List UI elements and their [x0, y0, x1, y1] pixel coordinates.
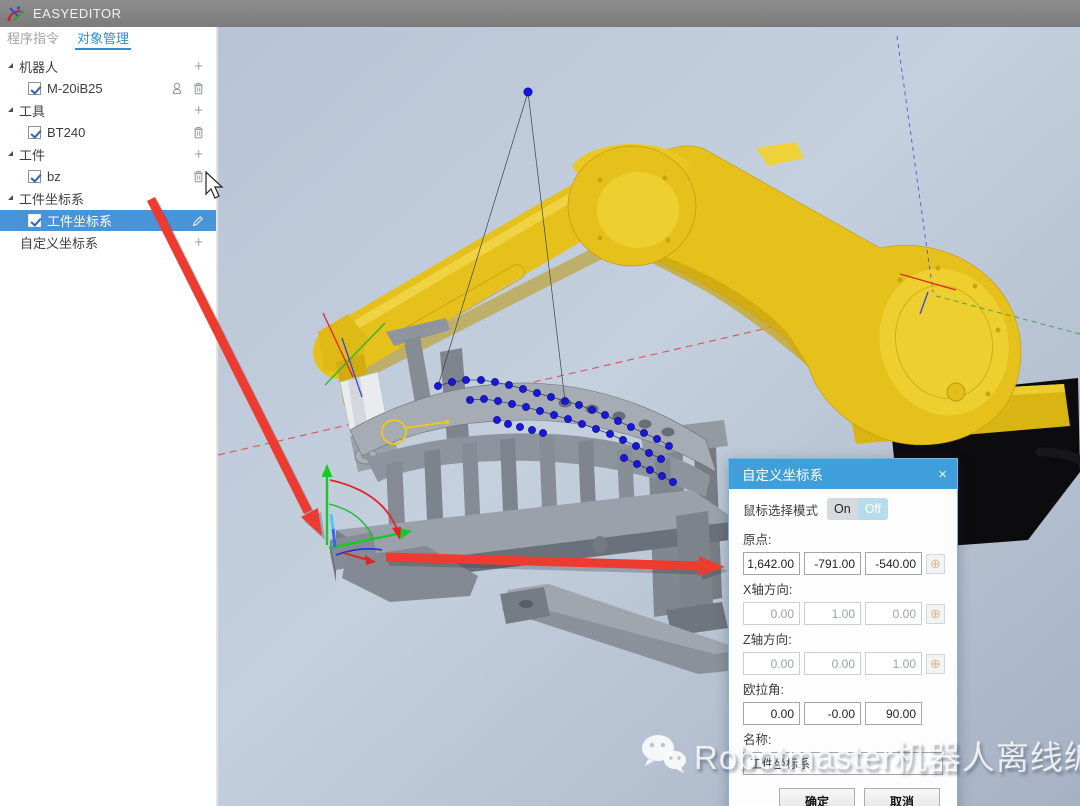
robot-item-label: M-20iB25 [47, 81, 103, 96]
origin-x-input[interactable] [743, 552, 800, 575]
expander-icon[interactable] [8, 195, 13, 200]
group-label: 机器人 [19, 57, 58, 76]
toggle-on[interactable]: On [827, 498, 858, 520]
tree-item-tool[interactable]: BT240 [0, 122, 216, 143]
z-axis-pick-button[interactable]: ⊕ [926, 654, 945, 674]
expander-icon[interactable] [8, 63, 13, 68]
group-label: 工件坐标系 [19, 189, 84, 208]
tree-item-robot[interactable]: M-20iB25 [0, 78, 216, 99]
crosshair-icon: ⊕ [930, 556, 941, 571]
delete-tool-icon[interactable] [193, 126, 204, 139]
workpiece-visibility-checkbox[interactable] [28, 170, 41, 183]
add-custom-cs-button[interactable]: + [194, 235, 203, 250]
tab-object-management[interactable]: 对象管理 [75, 26, 131, 50]
cancel-button[interactable]: 取消 [864, 788, 940, 806]
tree-group-tool[interactable]: 工具 + [0, 100, 216, 121]
dialog-body: 鼠标选择模式 On Off 原点: ⊕ X轴方向: ⊕ Z轴方向: [729, 489, 957, 806]
x-axis-j-input[interactable] [804, 602, 861, 625]
sidebar-tab-bar: 程序指令 对象管理 [0, 27, 216, 50]
origin-pick-button[interactable]: ⊕ [926, 554, 945, 574]
ok-button[interactable]: 确定 [779, 788, 855, 806]
viewport-3d[interactable]: 自定义坐标系 × 鼠标选择模式 On Off 原点: ⊕ X轴方向: [218, 27, 1080, 806]
x-axis-k-input[interactable] [865, 602, 922, 625]
workpiece-item-label: bz [47, 169, 61, 184]
robot-visibility-checkbox[interactable] [28, 82, 41, 95]
euler-rx-input[interactable] [743, 702, 800, 725]
wcs-visibility-checkbox[interactable] [28, 214, 41, 227]
x-axis-pick-button[interactable]: ⊕ [926, 604, 945, 624]
object-tree: 机器人 + M-20iB25 工具 + BT240 [0, 56, 216, 253]
tree-group-custom-cs[interactable]: 自定义坐标系 + [0, 232, 216, 253]
z-axis-label: Z轴方向: [743, 629, 945, 648]
euler-rz-input[interactable] [865, 702, 922, 725]
expander-icon[interactable] [8, 107, 13, 112]
toggle-off[interactable]: Off [858, 498, 888, 520]
custom-coordinate-dialog: 自定义坐标系 × 鼠标选择模式 On Off 原点: ⊕ X轴方向: [728, 458, 958, 806]
name-input[interactable] [743, 752, 943, 775]
object-sidebar: 程序指令 对象管理 机器人 + M-20iB25 工具 + [0, 27, 218, 806]
z-axis-i-input[interactable] [743, 652, 800, 675]
group-label: 工具 [19, 101, 45, 120]
app-logo-icon [6, 4, 25, 23]
tree-item-wcs-selected[interactable]: 工件坐标系 [0, 210, 216, 231]
z-axis-k-input[interactable] [865, 652, 922, 675]
tool-visibility-checkbox[interactable] [28, 126, 41, 139]
origin-y-input[interactable] [804, 552, 861, 575]
tab-program-commands[interactable]: 程序指令 [5, 26, 61, 50]
origin-label: 原点: [743, 529, 945, 548]
origin-z-input[interactable] [865, 552, 922, 575]
x-axis-label: X轴方向: [743, 579, 945, 598]
title-bar: EASYEDITOR [0, 0, 1080, 27]
z-axis-j-input[interactable] [804, 652, 861, 675]
delete-workpiece-icon[interactable] [193, 170, 204, 183]
close-icon[interactable]: × [938, 466, 947, 483]
dialog-title: 自定义坐标系 [742, 464, 823, 484]
robot-config-icon[interactable] [171, 82, 183, 95]
tree-group-workpiece[interactable]: 工件 + [0, 144, 216, 165]
edit-pencil-icon[interactable] [192, 215, 204, 227]
mouse-mode-label: 鼠标选择模式 [743, 500, 818, 519]
app-title: EASYEDITOR [33, 6, 122, 21]
crosshair-icon: ⊕ [930, 606, 941, 621]
delete-robot-icon[interactable] [193, 82, 204, 95]
euler-ry-input[interactable] [804, 702, 861, 725]
euler-label: 欧拉角: [743, 679, 945, 698]
add-tool-button[interactable]: + [194, 103, 203, 118]
group-label: 工件 [19, 145, 45, 164]
tree-group-robot[interactable]: 机器人 + [0, 56, 216, 77]
tree-item-workpiece[interactable]: bz [0, 166, 216, 187]
tool-item-label: BT240 [47, 125, 85, 140]
crosshair-icon: ⊕ [930, 656, 941, 671]
add-workpiece-button[interactable]: + [194, 147, 203, 162]
expander-icon[interactable] [8, 151, 13, 156]
wcs-item-label: 工件坐标系 [47, 211, 112, 230]
tree-group-wcs[interactable]: 工件坐标系 [0, 188, 216, 209]
add-robot-button[interactable]: + [194, 59, 203, 74]
name-label: 名称: [743, 729, 945, 748]
dialog-header[interactable]: 自定义坐标系 × [729, 459, 957, 489]
x-axis-i-input[interactable] [743, 602, 800, 625]
mouse-mode-toggle[interactable]: On Off [827, 498, 888, 520]
group-label: 自定义坐标系 [20, 233, 98, 252]
